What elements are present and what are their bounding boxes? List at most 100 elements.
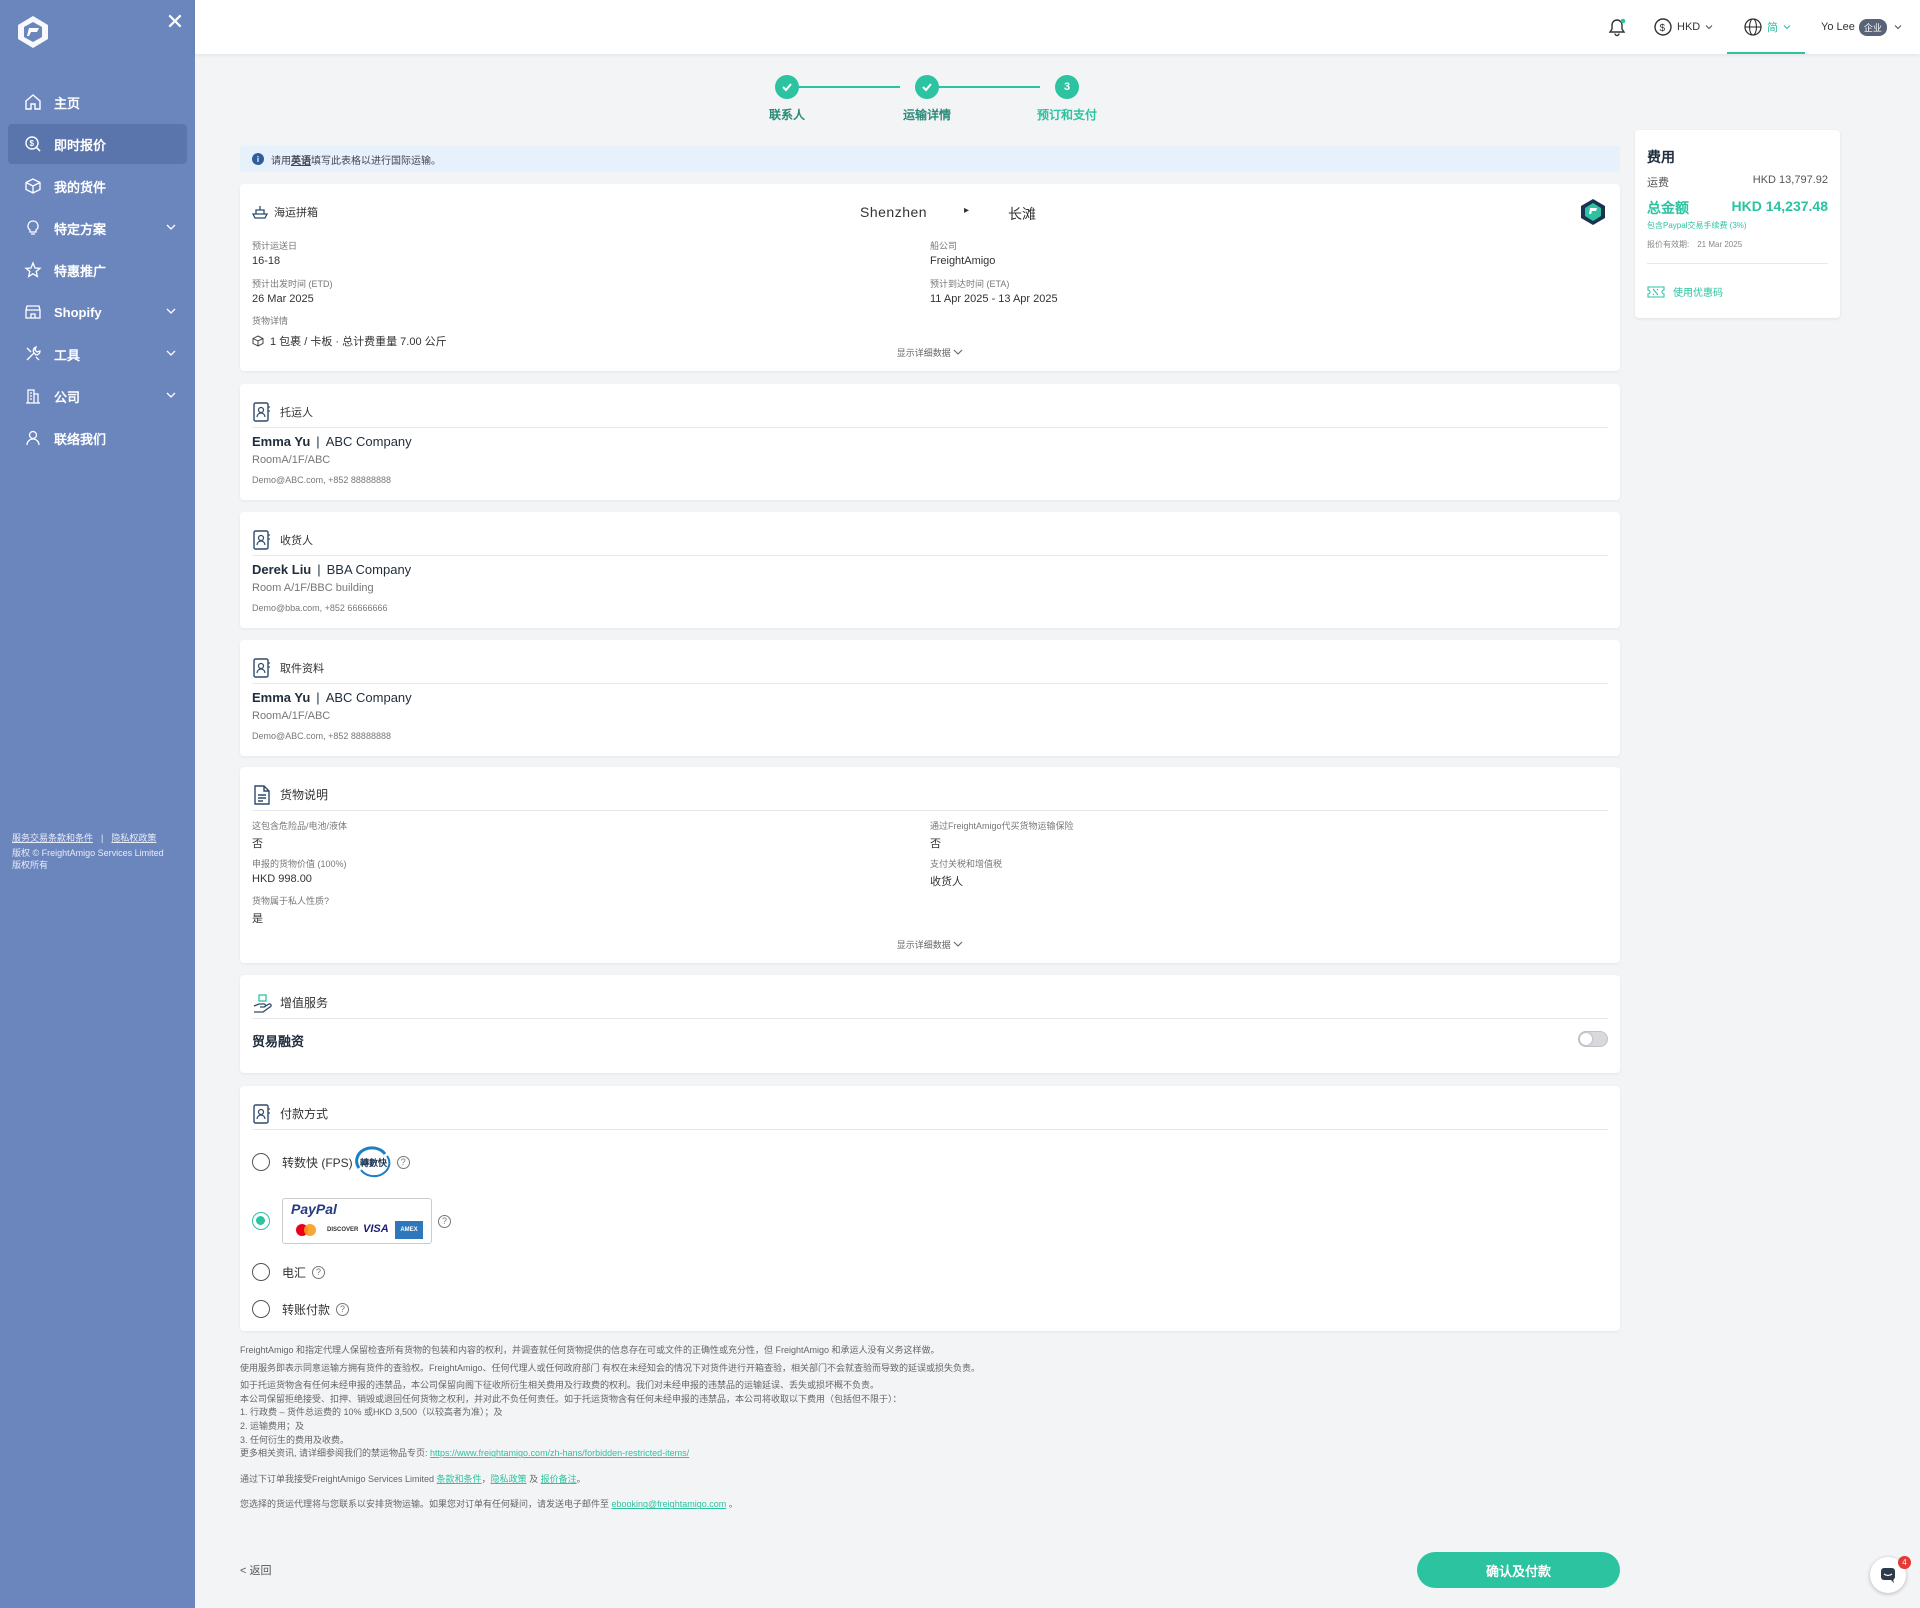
sidebar-item-solutions[interactable]: 特定方案: [8, 208, 187, 248]
payment-option-paypal[interactable]: PayPal DISCOVER VISA AMEX ?: [252, 1198, 451, 1244]
tools-icon: [26, 345, 41, 361]
wire-radio[interactable]: [252, 1263, 270, 1281]
trade-finance-toggle[interactable]: [1578, 1031, 1608, 1047]
sidebar-item-company[interactable]: 公司: [8, 376, 187, 416]
consignee-name: Derek Liu: [252, 562, 312, 577]
privacy-link[interactable]: 隐私权政策: [111, 833, 156, 843]
step-1-check-icon[interactable]: [775, 75, 799, 99]
payment-option-bank-transfer[interactable]: 转账付款 ?: [252, 1300, 350, 1318]
shipment-summary-card: 海运拼箱 Shenzhen ▸ 长滩 预计运送日 16-18 船公司 Freig…: [240, 184, 1620, 371]
destination-city: 长滩: [1008, 206, 1036, 222]
sidebar-item-label: 联络我们: [54, 431, 107, 447]
pickup-address: RoomA/1F/ABC: [252, 710, 331, 722]
fps-radio[interactable]: [252, 1153, 270, 1171]
coupon-button[interactable]: 使用优惠码: [1647, 284, 1723, 299]
sidebar-item-label: 主页: [54, 95, 81, 111]
bank-transfer-label: 转账付款: [282, 1302, 331, 1317]
sidebar-item-home[interactable]: 主页: [8, 82, 187, 122]
insurance: 通过FreightAmigo代买货物运输保险 否: [930, 821, 1074, 850]
visa-icon: VISA: [363, 1223, 389, 1235]
sidebar-item-promotions[interactable]: 特惠推广: [8, 250, 187, 290]
sidebar-item-label: 工具: [54, 347, 81, 363]
consignee-contact: Demo@bba.com, +852 66666666: [252, 603, 388, 613]
bank-transfer-radio[interactable]: [252, 1300, 270, 1318]
consignee-title: 收货人: [280, 534, 313, 547]
contact-card-icon: [253, 657, 270, 678]
shipper-company: ABC Company: [325, 434, 412, 449]
pickup-name: Emma Yu: [252, 690, 311, 705]
amex-icon: AMEX: [395, 1221, 423, 1239]
discover-icon: DISCOVER: [327, 1227, 359, 1233]
rights-text: 版权所有: [12, 860, 49, 870]
freightamigo-logo[interactable]: [15, 14, 51, 50]
shipper-title: 托运人: [280, 406, 313, 419]
step-1-label[interactable]: 联系人: [747, 106, 827, 123]
quote-icon: $: [25, 136, 41, 152]
privacy-policy-link[interactable]: 隐私政策: [491, 1474, 527, 1484]
paypal-wordmark: PayPal: [291, 1201, 337, 1217]
help-icon[interactable]: ?: [396, 1155, 410, 1169]
sidebar-item-label: 公司: [54, 389, 81, 405]
english-notice: i 请用 英语 填写此表格以进行国际运输。: [240, 146, 1620, 172]
info-icon: i: [252, 153, 264, 165]
transit-time: 预计运送日 16-18: [252, 241, 298, 267]
shipper-name: Emma Yu: [252, 434, 311, 449]
help-icon[interactable]: ?: [336, 1302, 350, 1316]
etd: 预计出发时间 (ETD) 26 Mar 2025: [252, 279, 333, 305]
shipper-contact: Demo@ABC.com, +852 88888888: [252, 475, 391, 485]
globe-icon: [1744, 18, 1762, 36]
legal-paragraph: 通过下订单我接受FreightAmigo Services Limited 条款…: [240, 1473, 586, 1484]
notification-button[interactable]: [1607, 0, 1631, 54]
help-icon[interactable]: ?: [438, 1214, 451, 1228]
sidebar-item-contact[interactable]: 联络我们: [8, 418, 187, 458]
consignee-header: 收货人: [252, 524, 1608, 556]
sidebar: ✕ 主页 $ 即时报价 我的货件 特定方案 特惠推广 Shopify 工具 公司…: [0, 0, 195, 1608]
step-3-number: 3: [1055, 75, 1079, 99]
box-icon: [25, 178, 41, 194]
show-details-toggle[interactable]: 显示详细数据: [240, 938, 1620, 951]
terms-link[interactable]: 服务交易条款和条件: [12, 833, 93, 843]
user-name: Yo Lee: [1821, 21, 1855, 33]
total-row: 总金额 HKD 14,237.48: [1647, 198, 1828, 216]
fee-title: 费用: [1647, 149, 1675, 165]
sidebar-item-shopify[interactable]: Shopify: [8, 292, 187, 332]
back-link[interactable]: < 返回: [240, 1562, 271, 1578]
step-2-label[interactable]: 运输详情: [887, 106, 967, 123]
carrier-logo: [1581, 199, 1605, 225]
home-icon: [25, 94, 41, 110]
user-menu[interactable]: Yo Lee 企业: [1821, 0, 1907, 54]
notice-text: 请用: [271, 155, 291, 167]
close-sidebar-icon[interactable]: ✕: [164, 11, 186, 34]
quote-notes-link[interactable]: 报价备注: [541, 1474, 577, 1484]
payment-option-fps[interactable]: 转数快 (FPS) 轉數快 ?: [252, 1146, 410, 1178]
consignee-card: 收货人 Derek Liu | BBA Company Room A/1F/BBC …: [240, 512, 1620, 628]
shipper-info: Emma Yu | ABC Company RoomA/1F/ABC Demo@AB…: [252, 434, 412, 485]
coupon-icon: [1647, 285, 1665, 298]
help-icon[interactable]: ?: [312, 1265, 326, 1279]
fps-logo: 轉數快: [354, 1146, 390, 1178]
notice-highlight: 英语: [291, 155, 311, 167]
ebooking-email-link[interactable]: ebooking@freightamigo.com: [612, 1499, 727, 1509]
restricted-items-link[interactable]: https://www.freightamigo.com/zh-hans/for…: [430, 1448, 689, 1458]
pickup-info: Emma Yu | ABC Company RoomA/1F/ABC Demo@AB…: [252, 690, 412, 741]
payment-method-card: 付款方式 转数快 (FPS) 轉數快 ? PayPal DISCOVER VIS…: [240, 1086, 1620, 1331]
payment-option-wire[interactable]: 电汇 ?: [252, 1263, 326, 1281]
chevron-down-icon: [953, 349, 963, 355]
enterprise-badge: 企业: [1858, 18, 1887, 36]
chevron-down-icon: [166, 224, 176, 230]
show-details-toggle[interactable]: 显示详细数据: [240, 346, 1620, 359]
language-label: 简: [1767, 22, 1778, 34]
step-2-check-icon[interactable]: [915, 75, 939, 99]
sidebar-item-tools[interactable]: 工具: [8, 334, 187, 374]
language-selector[interactable]: 简: [1743, 0, 1796, 54]
confirm-and-pay-button[interactable]: 确认及付款: [1417, 1552, 1620, 1588]
shipment-mode: 海运拼箱: [252, 204, 318, 220]
footer-separator: |: [101, 833, 104, 843]
terms-conditions-link[interactable]: 条款和条件: [437, 1474, 482, 1484]
paypal-radio[interactable]: [252, 1212, 270, 1230]
top-bar: $ HKD 简 Yo Lee 企业: [195, 0, 1920, 54]
sidebar-nav: 主页 $ 即时报价 我的货件 特定方案 特惠推广 Shopify 工具 公司 联…: [0, 82, 195, 460]
currency-selector[interactable]: $ HKD: [1653, 0, 1718, 54]
sidebar-item-instant-quote[interactable]: $ 即时报价: [8, 124, 187, 164]
sidebar-item-my-shipments[interactable]: 我的货件: [8, 166, 187, 206]
